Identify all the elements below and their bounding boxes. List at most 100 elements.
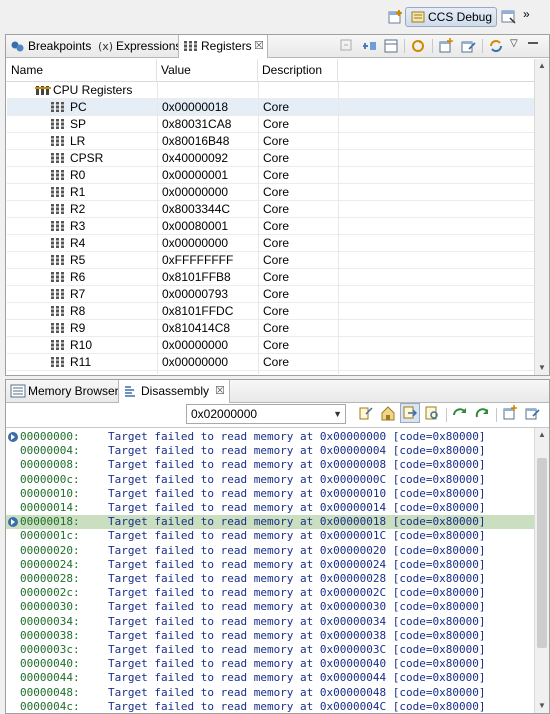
current-pc-marker-icon[interactable] [7,516,19,528]
breakpoint-marker-icon[interactable] [7,431,19,443]
disassembly-line[interactable]: 00000034: Target failed to read memory at… [6,615,536,629]
disassembly-line[interactable]: 00000020: Target failed to read memory at… [6,544,536,558]
sync-icon[interactable] [488,38,504,54]
disassembly-line[interactable]: 00000044: Target failed to read memory at… [6,671,536,685]
close-tab-icon[interactable]: ☒ [254,35,264,57]
register-value[interactable]: 0x00000000 [162,235,228,252]
registers-scrollbar[interactable]: ▲ ▼ [534,59,549,375]
register-value[interactable]: 0x00000793 [162,286,228,303]
new-view-icon[interactable] [438,38,454,54]
column-name[interactable]: Name [7,59,157,81]
register-value[interactable]: 0x8101FFDC [162,303,233,320]
register-row[interactable]: CPSR 0x40000092 Core [7,150,537,167]
disassembly-line[interactable]: 00000018: Target failed to read memory at… [6,515,536,530]
disassembly-line[interactable]: 00000014: Target failed to read memory at… [6,501,536,515]
tab-expressions[interactable]: (x) Expressions [94,35,181,57]
disassembly-line[interactable]: 00000008: Target failed to read memory at… [6,458,536,472]
layout-icon[interactable] [383,38,399,54]
tab-memory-browser[interactable]: Memory Browser [6,380,119,402]
register-row[interactable]: R6 0x8101FFB8 Core [7,269,537,286]
register-row[interactable]: R8 0x8101FFDC Core [7,303,537,320]
home-icon[interactable] [380,405,396,421]
show-symbols-icon[interactable] [424,405,440,421]
perspective-ccs-debug-button[interactable]: CCS Debug [405,7,497,27]
register-row[interactable]: R9 0x810414C8 Core [7,320,537,337]
column-description[interactable]: Description [258,59,338,81]
register-value[interactable]: 0x8101FFB8 [162,269,231,286]
instruction-text: Target failed to read memory at 0x000000… [108,572,486,585]
expand-icon[interactable] [361,38,377,54]
instruction-text: Target failed to read memory at 0x000000… [108,444,486,458]
pin-view-icon[interactable] [460,38,476,54]
register-row[interactable]: R7 0x00000793 Core [7,286,537,303]
register-value[interactable]: 0x810414C8 [162,320,230,337]
register-value[interactable]: 0x80016B48 [162,133,229,150]
new-view-icon[interactable] [502,405,518,421]
sync-source-toggle[interactable] [400,403,420,423]
register-value[interactable]: 0x00000001 [162,167,228,184]
disassembly-line[interactable]: 00000048: Target failed to read memory at… [6,686,536,700]
register-group-row[interactable]: CPU Registers [7,82,537,99]
refresh-icon[interactable] [410,38,426,54]
register-value[interactable]: 0x00000000 [162,184,228,201]
disassembly-line[interactable]: 00000040: Target failed to read memory at… [6,657,536,671]
step-return-icon[interactable] [474,405,490,421]
tab-registers[interactable]: Registers ☒ [178,35,268,58]
register-value[interactable]: 0x00000018 [162,99,228,116]
register-value[interactable]: 0x00000000 [162,354,228,371]
register-value[interactable]: 0x00000000 [162,337,228,354]
disassembly-line[interactable]: 00000000: Target failed to read memory at… [6,430,536,444]
disassembly-line[interactable]: 00000010: Target failed to read memory at… [6,487,536,501]
column-value[interactable]: Value [157,59,258,81]
scroll-up-icon[interactable]: ▲ [535,59,549,73]
disassembly-line[interactable]: 00000004: Target failed to read memory at… [6,444,536,458]
register-row[interactable]: LR 0x80016B48 Core [7,133,537,150]
collapse-all-icon[interactable] [339,38,355,54]
register-row[interactable]: R4 0x00000000 Core [7,235,537,252]
register-row[interactable]: R2 0x8003344C Core [7,201,537,218]
view-menu-icon[interactable]: ▽ [510,38,518,49]
disassembly-line[interactable]: 0000004c: Target failed to read memory at… [6,700,536,714]
register-value[interactable]: 0x00080001 [162,218,228,235]
instruction-address: 00000044: [20,671,80,685]
disassembly-line[interactable]: 00000030: Target failed to read memory at… [6,600,536,614]
tab-disassembly[interactable]: Disassembly ☒ [118,380,230,403]
disassembly-line[interactable]: 0000001c: Target failed to read memory at… [6,529,536,543]
register-row[interactable]: R5 0xFFFFFFFF Core [7,252,537,269]
perspective-switcher-icon[interactable] [501,9,517,25]
close-tab-icon[interactable]: ☒ [215,380,225,402]
link-with-context-icon[interactable] [358,405,374,421]
register-value[interactable]: 0x80031CA8 [162,116,231,133]
register-row[interactable]: R3 0x00080001 Core [7,218,537,235]
pin-view-icon[interactable] [524,405,540,421]
disassembly-scrollbar[interactable]: ▲ ▼ [534,428,549,713]
register-description: Core [263,287,290,301]
register-value[interactable]: 0x40000092 [162,150,228,167]
disassembly-line[interactable]: 00000028: Target failed to read memory at… [6,572,536,586]
scroll-thumb[interactable] [537,458,547,648]
register-row[interactable]: PC 0x00000018 Core [7,99,537,116]
open-perspective-icon[interactable] [388,9,404,25]
chevron-down-icon[interactable]: ▼ [333,405,342,423]
disassembly-line[interactable]: 00000024: Target failed to read memory at… [6,558,536,572]
disassembly-line[interactable]: 0000003c: Target failed to read memory at… [6,643,536,657]
register-row[interactable]: R10 0x00000000 Core [7,337,537,354]
tab-label: Disassembly [141,384,210,398]
disassembly-line[interactable]: 0000000c: Target failed to read memory at… [6,473,536,487]
minimize-icon[interactable] [528,39,538,44]
register-row[interactable]: R0 0x00000001 Core [7,167,537,184]
register-value[interactable]: 0xFFFFFFFF [162,252,233,269]
register-row[interactable]: R11 0x00000000 Core [7,354,537,371]
register-row[interactable]: R1 0x00000000 Core [7,184,537,201]
scroll-up-icon[interactable]: ▲ [535,428,549,442]
register-value[interactable]: 0x8003344C [162,201,230,218]
scroll-down-icon[interactable]: ▼ [535,361,549,375]
step-over-icon[interactable] [452,405,468,421]
register-row[interactable]: SP 0x80031CA8 Core [7,116,537,133]
more-perspectives-icon[interactable]: » [523,7,530,21]
disassembly-line[interactable]: 0000002c: Target failed to read memory at… [6,586,536,600]
address-combo[interactable]: 0x02000000 ▼ [186,404,346,424]
disassembly-line[interactable]: 00000038: Target failed to read memory at… [6,629,536,643]
scroll-down-icon[interactable]: ▼ [535,699,549,713]
tab-breakpoints[interactable]: Breakpoints [6,35,94,57]
